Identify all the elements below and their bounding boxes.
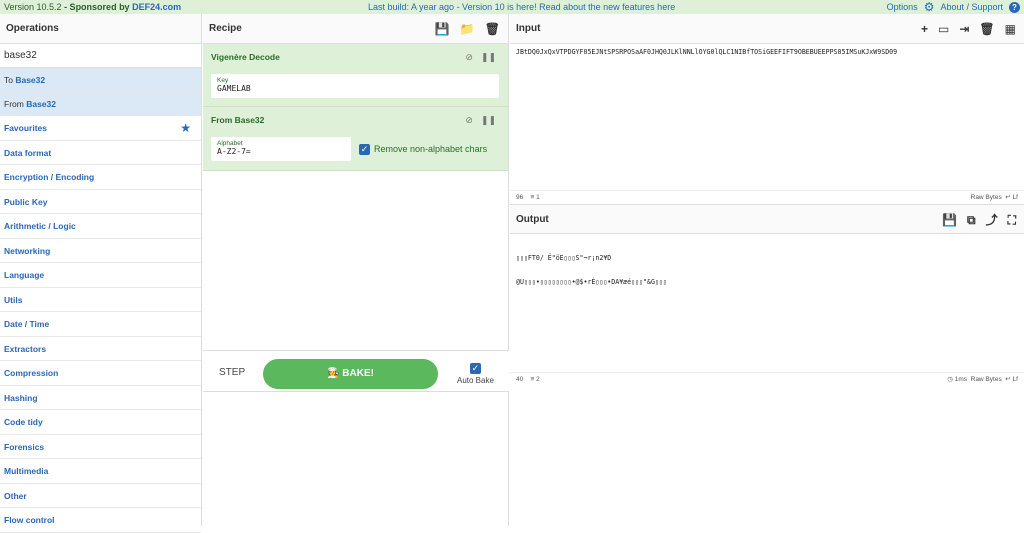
operations-search-input[interactable]: base32 bbox=[0, 44, 201, 68]
checkbox-label: Remove non-alphabet chars bbox=[374, 144, 488, 154]
input-status-bar: 96 ≡ 1 Raw Bytes ↵ Lf bbox=[510, 190, 1024, 204]
save-icon[interactable]: 💾 bbox=[942, 205, 957, 235]
op-prefix: To bbox=[4, 75, 16, 85]
disable-icon[interactable]: ⊘ bbox=[465, 115, 473, 126]
gear-icon[interactable]: ⚙ bbox=[924, 0, 935, 14]
operations-pane: Operations base32 To Base32 From Base32 … bbox=[0, 14, 202, 533]
category-label: Favourites bbox=[4, 123, 47, 133]
trash-icon[interactable]: 🗑 bbox=[485, 14, 500, 44]
category-arithmetic-logic[interactable]: Arithmetic / Logic bbox=[0, 214, 201, 239]
open-folder-icon[interactable]: ▭ bbox=[938, 14, 949, 44]
category-flow-control[interactable]: Flow control bbox=[0, 508, 201, 533]
op-to-base32[interactable]: To Base32 bbox=[0, 68, 201, 92]
top-banner: Version 10.5.2 - Sponsored by DEF24.com … bbox=[0, 0, 1024, 14]
recipe-pane: Recipe 💾 📁 🗑 Vigenère Decode ⊘ ❚❚ Key GA… bbox=[203, 14, 509, 526]
copy-icon[interactable]: ⧉ bbox=[967, 205, 976, 235]
key-field[interactable]: Key GAMELAB bbox=[211, 74, 499, 98]
chars-count: 40 bbox=[516, 376, 524, 383]
bake-bar: STEP 🧑‍🍳 BAKE! ✓ Auto Bake bbox=[203, 350, 509, 392]
chars-count: 96 bbox=[516, 194, 524, 201]
auto-bake-checkbox[interactable]: ✓ Auto Bake bbox=[457, 363, 494, 385]
open-file-icon[interactable]: ⇥ bbox=[959, 14, 969, 44]
category-language[interactable]: Language bbox=[0, 263, 201, 288]
op-from-base32[interactable]: From Base32 bbox=[0, 92, 201, 116]
step-button[interactable]: STEP bbox=[219, 367, 245, 378]
lines-count: 1 bbox=[536, 194, 540, 201]
category-extractors[interactable]: Extractors bbox=[0, 337, 201, 361]
pause-icon[interactable]: ❚❚ bbox=[481, 115, 496, 126]
input-textarea[interactable]: JBtDQ0JxQxVTPDGYF05EJNtSPSRPOSaAF0JHQ0JL… bbox=[510, 44, 1024, 190]
pause-icon[interactable]: ❚❚ bbox=[481, 52, 496, 63]
field-label: Alphabet bbox=[217, 140, 243, 147]
io-pane: Input + ▭ ⇥ 🗑 ▦ JBtDQ0JxQxVTPDGYF05EJNtS… bbox=[510, 14, 1024, 526]
op-name: Base32 bbox=[15, 75, 46, 85]
plus-icon[interactable]: + bbox=[921, 14, 928, 44]
bake-time: 1ms bbox=[954, 376, 967, 383]
check-icon: ✓ bbox=[359, 143, 370, 155]
category-multimedia[interactable]: Multimedia bbox=[0, 459, 201, 484]
category-compression[interactable]: Compression bbox=[0, 361, 201, 386]
category-hashing[interactable]: Hashing bbox=[0, 386, 201, 410]
op-title: From Base32 bbox=[211, 115, 265, 125]
category-date-time[interactable]: Date / Time bbox=[0, 312, 201, 337]
category-public-key[interactable]: Public Key bbox=[0, 190, 201, 214]
input-title: Input bbox=[516, 23, 541, 34]
category-encryption-encoding[interactable]: Encryption / Encoding bbox=[0, 165, 201, 190]
auto-bake-label: Auto Bake bbox=[457, 376, 494, 385]
field-label: Key bbox=[217, 77, 229, 84]
recipe-header: Recipe 💾 📁 🗑 bbox=[203, 14, 508, 44]
input-header: Input + ▭ ⇥ 🗑 ▦ bbox=[510, 14, 1024, 44]
category-code-tidy[interactable]: Code tidy bbox=[0, 410, 201, 435]
output-textarea[interactable]: ▯▯▯FT0/ Ë"öE▯▯▯S"¬r¡n2¥D @U▯▯▯•▯▯▯▯▯▯▯▯•… bbox=[510, 234, 1024, 372]
replace-input-icon[interactable]: ⤴ bbox=[986, 205, 998, 235]
chef-icon: 🧑‍🍳 bbox=[327, 368, 340, 379]
recipe-op-vigenere-decode[interactable]: Vigenère Decode ⊘ ❚❚ Key GAMELAB bbox=[203, 44, 508, 107]
category-favourites[interactable]: Favourites ★ bbox=[0, 116, 201, 141]
operations-title: Operations bbox=[0, 14, 201, 44]
recipe-op-from-base32[interactable]: From Base32 ⊘ ❚❚ Alphabet A-Z2-7= ✓ Remo… bbox=[203, 107, 508, 171]
raw-bytes-toggle[interactable]: Raw Bytes bbox=[971, 376, 1002, 383]
field-value: GAMELAB bbox=[217, 84, 251, 93]
save-icon[interactable]: 💾 bbox=[435, 14, 450, 44]
category-utils[interactable]: Utils bbox=[0, 288, 201, 312]
recipe-title: Recipe bbox=[209, 23, 242, 34]
category-networking[interactable]: Networking bbox=[0, 239, 201, 263]
help-icon[interactable]: ? bbox=[1009, 1, 1020, 13]
op-name: Base32 bbox=[26, 99, 56, 109]
disable-icon[interactable]: ⊘ bbox=[465, 52, 473, 63]
category-data-format[interactable]: Data format bbox=[0, 141, 201, 165]
output-title: Output bbox=[516, 214, 549, 225]
category-other[interactable]: Other bbox=[0, 484, 201, 508]
output-status-bar: 40 ≡ 2 ◷ 1ms Raw Bytes ↵ Lf bbox=[510, 372, 1024, 386]
op-prefix: From bbox=[4, 99, 27, 109]
field-value: A-Z2-7= bbox=[217, 147, 251, 156]
bake-button[interactable]: 🧑‍🍳 BAKE! bbox=[263, 359, 438, 389]
alphabet-field[interactable]: Alphabet A-Z2-7= bbox=[211, 137, 351, 161]
output-line: @U▯▯▯•▯▯▯▯▯▯▯▯•@$•rÉ▯▯▯•DA¥æé▯▯▯"&G▯▯▯ bbox=[516, 278, 667, 286]
layout-icon[interactable]: ▦ bbox=[1005, 14, 1016, 44]
op-title: Vigenère Decode bbox=[211, 52, 280, 62]
raw-bytes-toggle[interactable]: Raw Bytes bbox=[971, 194, 1002, 201]
options-link[interactable]: Options bbox=[887, 0, 918, 14]
version-text: Version 10.5.2 bbox=[4, 2, 62, 12]
remove-non-alphabet-checkbox[interactable]: ✓ Remove non-alphabet chars bbox=[359, 143, 488, 155]
output-line: ▯▯▯FT0/ Ë"öE▯▯▯S"¬r¡n2¥D bbox=[516, 254, 612, 262]
lines-count: 2 bbox=[536, 376, 540, 383]
star-icon: ★ bbox=[180, 121, 191, 135]
check-icon: ✓ bbox=[469, 363, 481, 374]
announcement-link[interactable]: Last build: A year ago - Version 10 is h… bbox=[368, 0, 675, 14]
category-forensics[interactable]: Forensics bbox=[0, 435, 201, 459]
sponsored-text: - Sponsored by bbox=[64, 2, 130, 12]
output-header: Output 💾 ⧉ ⤴ ⛶ bbox=[510, 204, 1024, 234]
fullscreen-icon[interactable]: ⛶ bbox=[1008, 205, 1016, 235]
folder-icon[interactable]: 📁 bbox=[460, 14, 475, 44]
about-link[interactable]: About / Support bbox=[940, 0, 1003, 14]
sponsor-link[interactable]: DEF24.com bbox=[132, 2, 181, 12]
version-info: Version 10.5.2 - Sponsored by DEF24.com bbox=[4, 0, 181, 14]
bake-label: BAKE! bbox=[342, 368, 374, 379]
trash-icon[interactable]: 🗑 bbox=[979, 14, 994, 44]
